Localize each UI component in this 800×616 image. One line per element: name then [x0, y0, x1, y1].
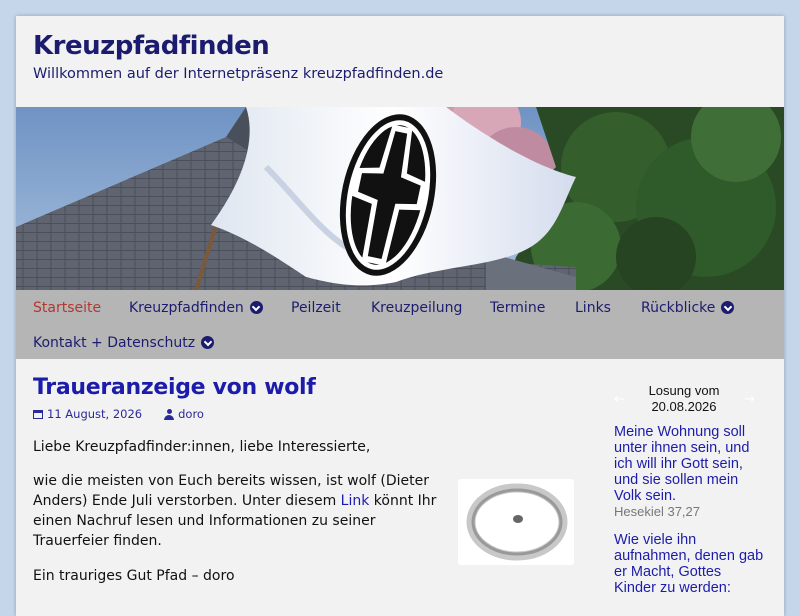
post-meta: 11 August, 2026 doro — [33, 407, 204, 421]
nav-item-kontakt-datenschutz[interactable]: Kontakt + Datenschutz — [33, 333, 215, 352]
nav-item-label: Links — [575, 299, 611, 316]
nav-item-startseite[interactable]: Startseite — [33, 298, 101, 317]
nav-item-label: Peilzeit — [291, 299, 341, 316]
arrow-right-icon[interactable]: → — [744, 392, 755, 407]
losung-reference: Hesekiel 37,27 — [614, 504, 700, 519]
nav-item-peilzeit[interactable]: Peilzeit — [291, 298, 341, 317]
chevron-down-icon — [249, 301, 263, 314]
header-banner-image — [16, 107, 784, 290]
nav-item-label: Kreuzpfadfinden — [129, 299, 244, 316]
losung-title-line1: Losung vom — [648, 383, 720, 398]
losung-verse: Meine Wohnung soll unter ihnen sein, und… — [614, 424, 750, 504]
post-title[interactable]: Traueranzeige von wolf — [33, 375, 316, 400]
nav-item-label: Termine — [490, 299, 546, 316]
nav-item-label: Kontakt + Datenschutz — [33, 334, 196, 351]
site-description: Willkommen auf der Internetpräsenz kreuz… — [33, 66, 444, 82]
nav-item-label: Rückblicke — [641, 299, 716, 316]
chevron-down-icon — [201, 336, 215, 349]
site-header: Kreuzpfadfinden Willkommen auf der Inter… — [33, 30, 443, 82]
flag-photo — [16, 107, 784, 290]
post-date[interactable]: 11 August, 2026 — [47, 407, 142, 421]
nav-item-rueckblicke[interactable]: Rückblicke — [641, 298, 735, 317]
post-paragraph-greeting: Liebe Kreuzpfadfinder:innen, liebe Inter… — [33, 439, 371, 455]
nav-item-label: Kreuzpeilung — [371, 299, 463, 316]
page: Kreuzpfadfinden Willkommen auf der Inter… — [16, 16, 784, 616]
site-title[interactable]: Kreuzpfadfinden — [33, 30, 443, 62]
nav-item-kreuzpeilung[interactable]: Kreuzpeilung — [371, 298, 462, 317]
post-author[interactable]: doro — [178, 407, 204, 421]
losung-header: ← Losung vom 20.08.2026 → — [614, 381, 755, 415]
post-thumbnail-image — [458, 479, 574, 565]
lehrtext-verse: Wie viele ihn aufnahmen, denen gab er Ma… — [614, 532, 764, 596]
nav-item-kreuzpfadfinden[interactable]: Kreuzpfadfinden — [129, 298, 263, 317]
nachruf-link[interactable]: Link — [341, 493, 370, 509]
losung-date: 20.08.2026 — [651, 399, 717, 414]
circle-sketch-image — [466, 483, 568, 561]
main-navigation: Startseite Kreuzpfadfinden Peilzeit Kreu… — [16, 290, 784, 359]
nav-item-label: Startseite — [33, 299, 102, 316]
post-paragraph-body: wie die meisten von Euch bereits wissen,… — [33, 471, 441, 551]
calendar-icon — [33, 409, 43, 419]
losung-title: Losung vom 20.08.2026 — [614, 383, 754, 415]
nav-item-termine[interactable]: Termine — [490, 298, 545, 317]
nav-item-links[interactable]: Links — [575, 298, 611, 317]
user-icon — [164, 408, 175, 420]
post-paragraph-closing: Ein trauriges Gut Pfad – doro — [33, 568, 235, 584]
chevron-down-icon — [721, 301, 735, 314]
